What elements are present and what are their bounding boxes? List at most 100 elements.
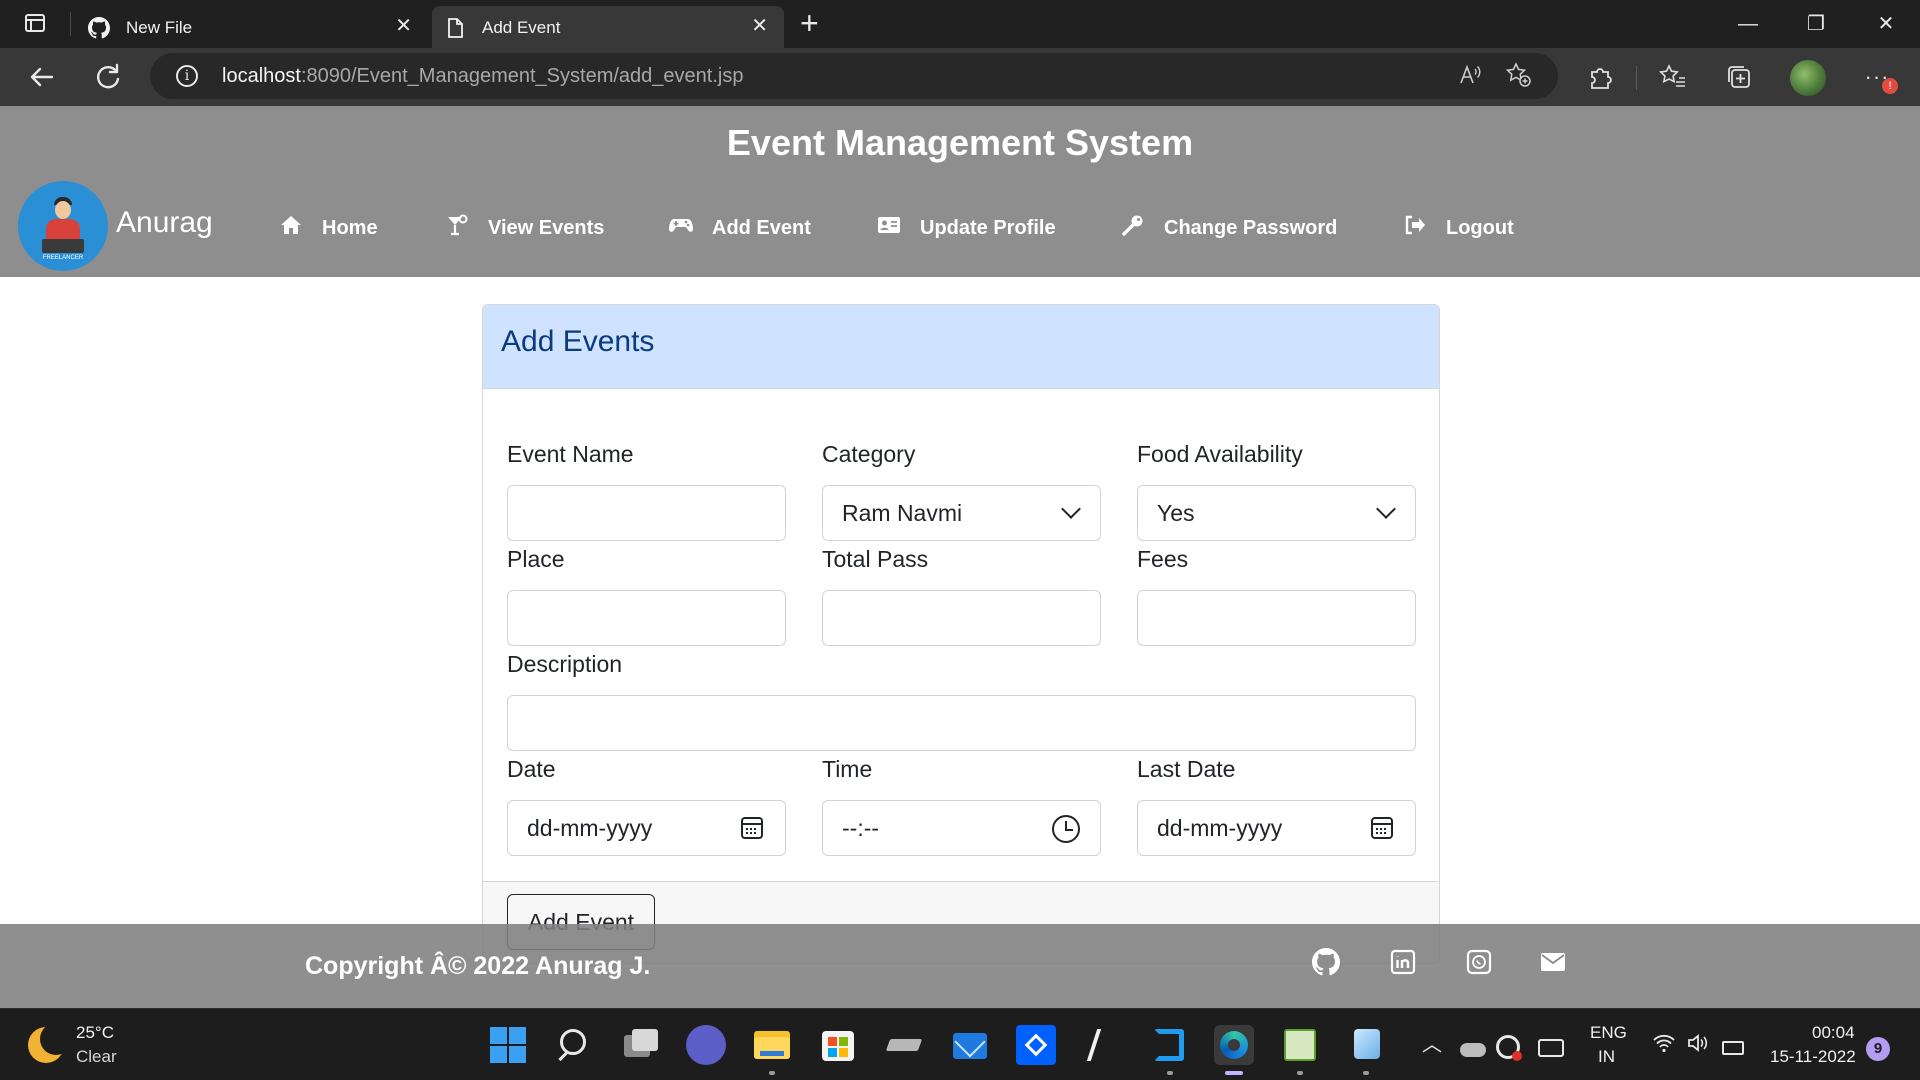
total-pass-input[interactable] xyxy=(822,590,1101,646)
tab-new-file[interactable]: New File ✕ xyxy=(76,6,428,48)
windows-logo-icon xyxy=(490,1027,507,1044)
show-hidden-icons-icon[interactable]: ︿ xyxy=(1422,1031,1442,1059)
nav-label: Update Profile xyxy=(920,216,1056,239)
language-indicator[interactable]: ENG xyxy=(1590,1023,1627,1043)
start-button[interactable] xyxy=(488,1025,528,1065)
brand-name[interactable]: Anurag xyxy=(116,206,213,240)
search-icon[interactable] xyxy=(554,1025,594,1065)
microsoft-store-icon[interactable] xyxy=(818,1025,858,1065)
description-input[interactable] xyxy=(507,695,1416,751)
moon-icon[interactable] xyxy=(28,1023,72,1063)
nav-label: Add Event xyxy=(712,216,811,239)
date-input[interactable]: dd-mm-yyyy xyxy=(507,800,786,856)
nav-update-profile[interactable]: Update Profile xyxy=(876,214,1056,242)
brand-logo[interactable]: FREELANCER xyxy=(18,181,108,271)
read-aloud-icon[interactable] xyxy=(1458,63,1482,87)
running-indicator xyxy=(1167,1071,1173,1075)
teams-chat-icon[interactable] xyxy=(686,1025,726,1065)
fees-label: Fees xyxy=(1137,546,1189,572)
active-app-indicator xyxy=(1225,1071,1243,1075)
whatsapp-icon[interactable] xyxy=(1465,948,1493,976)
time-label: Time xyxy=(822,756,873,782)
clock-time[interactable]: 00:04 xyxy=(1812,1023,1855,1043)
onedrive-icon[interactable] xyxy=(1460,1043,1486,1057)
battery-icon[interactable] xyxy=(1722,1041,1744,1055)
back-arrow-icon[interactable] xyxy=(26,61,58,93)
tab-add-event[interactable]: Add Event ✕ xyxy=(432,6,784,48)
3d-viewer-icon[interactable] xyxy=(1346,1025,1386,1065)
last-date-value: dd-mm-yyyy xyxy=(1157,815,1283,841)
nav-label: Logout xyxy=(1446,216,1514,239)
close-window-button[interactable]: ✕ xyxy=(1866,10,1906,38)
linkedin-icon[interactable] xyxy=(1389,948,1417,976)
clock-icon[interactable] xyxy=(1052,815,1080,843)
time-input[interactable]: --:-- xyxy=(822,800,1101,856)
wifi-icon[interactable] xyxy=(1652,1031,1676,1055)
tab-title: New File xyxy=(126,18,193,37)
id-card-icon xyxy=(876,214,902,242)
url-text[interactable]: localhost:8090/Event_Management_System/a… xyxy=(222,65,743,88)
notification-count-badge[interactable]: 9 xyxy=(1866,1037,1890,1061)
page-icon xyxy=(448,18,463,38)
calendar-icon[interactable] xyxy=(741,817,763,839)
event-name-input[interactable] xyxy=(507,485,786,541)
browser-toolbar: i localhost:8090/Event_Management_System… xyxy=(0,48,1920,106)
url-host: localhost xyxy=(222,65,301,87)
collections-icon[interactable] xyxy=(1722,60,1756,94)
minimize-button[interactable]: — xyxy=(1728,10,1768,38)
dropbox-icon[interactable] xyxy=(1016,1025,1056,1065)
weather-temperature[interactable]: 25°C xyxy=(76,1023,114,1043)
total-pass-label: Total Pass xyxy=(822,546,929,572)
sync-alert-icon xyxy=(1512,1051,1522,1061)
tab-actions-button[interactable] xyxy=(20,12,50,36)
place-label: Place xyxy=(507,546,565,572)
restore-button[interactable]: ❐ xyxy=(1796,10,1836,38)
nav-view-events[interactable]: View Events xyxy=(444,214,604,242)
task-view-icon[interactable] xyxy=(620,1025,660,1065)
volume-icon[interactable] xyxy=(1686,1031,1712,1055)
edge-browser-icon[interactable] xyxy=(1214,1025,1254,1065)
site-info-icon[interactable]: i xyxy=(176,65,198,87)
place-input[interactable] xyxy=(507,590,786,646)
refresh-icon[interactable] xyxy=(92,61,124,93)
address-bar[interactable]: i localhost:8090/Event_Management_System… xyxy=(150,53,1558,99)
chevron-down-icon xyxy=(1061,499,1081,519)
date-label: Date xyxy=(507,756,556,782)
github-icon[interactable] xyxy=(1312,948,1340,976)
clock-date[interactable]: 15-11-2022 xyxy=(1770,1047,1856,1067)
new-tab-button[interactable]: + xyxy=(800,7,819,39)
card-header: Add Events xyxy=(483,305,1439,389)
vscode-icon[interactable] xyxy=(1148,1025,1188,1065)
running-indicator xyxy=(1297,1071,1303,1075)
nav-add-event[interactable]: Add Event xyxy=(668,214,811,242)
drive-icon[interactable] xyxy=(884,1025,924,1065)
last-date-input[interactable]: dd-mm-yyyy xyxy=(1137,800,1416,856)
add-favorite-icon[interactable] xyxy=(1504,61,1532,89)
file-explorer-icon[interactable] xyxy=(752,1025,792,1065)
fees-input[interactable] xyxy=(1137,590,1416,646)
region-indicator[interactable]: IN xyxy=(1598,1047,1615,1067)
nav-home[interactable]: Home xyxy=(278,214,378,242)
logo-caption: FREELANCER xyxy=(42,255,84,261)
nav-logout[interactable]: Logout xyxy=(1402,214,1514,242)
keyboard-icon[interactable] xyxy=(1538,1039,1564,1057)
envelope-icon[interactable] xyxy=(1539,948,1567,976)
category-select[interactable]: Ram Navmi xyxy=(822,485,1101,541)
paint-icon[interactable] xyxy=(1280,1025,1320,1065)
last-date-label: Last Date xyxy=(1137,756,1236,782)
extensions-icon[interactable] xyxy=(1584,60,1618,94)
sublime-icon[interactable] xyxy=(1082,1025,1122,1065)
nav-change-password[interactable]: Change Password xyxy=(1120,214,1337,242)
time-value: --:-- xyxy=(842,815,880,841)
event-name-label: Event Name xyxy=(507,441,634,467)
food-availability-select[interactable]: Yes xyxy=(1137,485,1416,541)
mail-icon[interactable] xyxy=(950,1025,990,1065)
github-icon xyxy=(88,17,110,39)
profile-avatar[interactable] xyxy=(1790,60,1826,96)
close-tab-icon[interactable]: ✕ xyxy=(751,15,768,37)
logout-icon xyxy=(1402,214,1428,242)
close-tab-icon[interactable]: ✕ xyxy=(395,15,412,37)
weather-condition[interactable]: Clear xyxy=(76,1047,117,1067)
calendar-icon[interactable] xyxy=(1371,817,1393,839)
favorites-icon[interactable] xyxy=(1656,60,1690,94)
